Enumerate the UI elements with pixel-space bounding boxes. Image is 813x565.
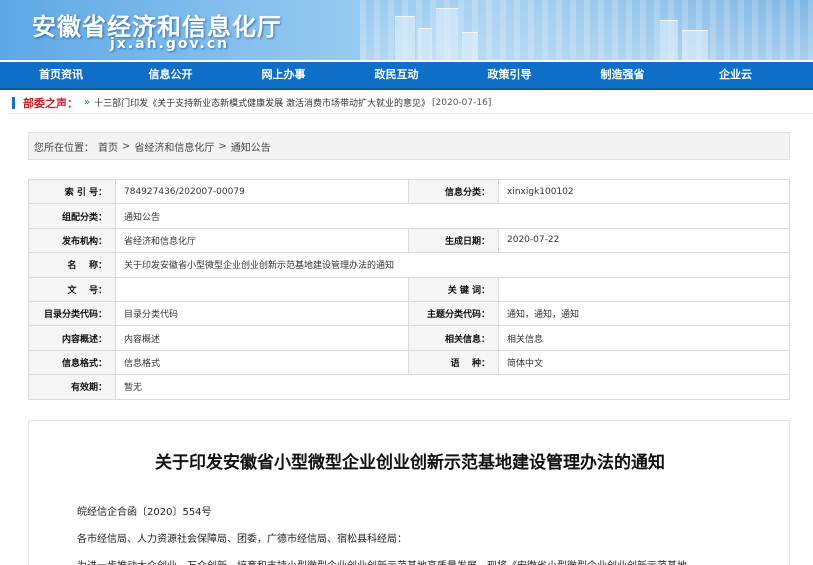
breadcrumb-separator: > <box>122 140 131 152</box>
site-domain: jx.ah.gov.cn <box>110 36 230 52</box>
breadcrumb-separator: > <box>218 140 227 152</box>
breadcrumb-home[interactable]: 首页 <box>98 139 118 154</box>
table-row: 信息格式： 信息格式 语 种： 简体中文 <box>28 349 790 376</box>
name-label: 名 称： <box>28 252 116 278</box>
keywords-value <box>498 276 790 302</box>
category-value: xinxigk100102 <box>498 178 790 205</box>
docno-label: 文 号： <box>28 276 116 302</box>
header-building <box>418 28 432 60</box>
breadcrumb: 您所在位置： 首页 > 省经济和信息化厅 > 通知公告 <box>28 132 790 160</box>
catalog-value: 目录分类代码 <box>115 300 409 327</box>
nav-item-public-interaction[interactable]: 政民互动 <box>340 62 453 88</box>
catalog-label: 目录分类代码： <box>28 300 116 327</box>
notice-date: [2020-07-16] <box>432 97 492 108</box>
header-building <box>682 30 708 60</box>
article-content: 关于印发安徽省小型微型企业创业创新示范基地建设管理办法的通知 皖经信企合函〔20… <box>28 420 790 565</box>
table-row: 目录分类代码： 目录分类代码 主题分类代码： 通知，通知，通知 <box>28 300 790 327</box>
group-label: 组配分类： <box>28 203 116 229</box>
table-row: 有效期： 暂无 <box>28 374 790 400</box>
index-value: 784927436/202007-00079 <box>115 178 409 205</box>
date-label: 生成日期： <box>408 227 499 254</box>
breadcrumb-notices[interactable]: 通知公告 <box>231 139 271 154</box>
validity-label: 有效期： <box>28 374 116 400</box>
nav-item-policy-guidance[interactable]: 政策引导 <box>453 62 566 88</box>
index-label: 索 引 号： <box>28 178 116 205</box>
nav-item-online-services[interactable]: 网上办事 <box>227 62 340 88</box>
format-value: 信息格式 <box>115 349 409 376</box>
table-row: 名 称： 关于印发安徽省小型微型企业创业创新示范基地建设管理办法的通知 <box>28 252 790 278</box>
publisher-value: 省经济和信息化厅 <box>115 227 409 254</box>
related-value: 相关信息 <box>498 325 790 351</box>
nav-item-info-disclosure[interactable]: 信息公开 <box>114 62 227 88</box>
nav-item-manufacturing[interactable]: 制造强省 <box>566 62 679 88</box>
main-nav: 首页资讯 信息公开 网上办事 政民互动 政策引导 制造强省 企业云 <box>0 62 813 90</box>
table-row: 发布机构： 省经济和信息化厅 生成日期： 2020-07-22 <box>28 227 790 254</box>
table-row: 索 引 号： 784927436/202007-00079 信息分类： xinx… <box>28 178 790 205</box>
summary-value: 内容概述 <box>115 325 409 351</box>
breadcrumb-department[interactable]: 省经济和信息化厅 <box>134 139 214 154</box>
notice-accent-bar <box>12 96 15 109</box>
validity-value: 暂无 <box>115 374 790 400</box>
category-label: 信息分类： <box>408 178 499 205</box>
chevron-right-icon: » <box>84 97 91 108</box>
table-row: 组配分类： 通知公告 <box>28 203 790 229</box>
article-recipients: 各市经信局、人力资源社会保障局、团委，广德市经信局、宿松县科经局： <box>77 534 407 545</box>
docno-value <box>115 276 409 302</box>
language-value: 简体中文 <box>498 349 790 376</box>
group-value: 通知公告 <box>115 203 790 229</box>
topic-value: 通知，通知，通知 <box>498 300 790 327</box>
related-label: 相关信息： <box>408 325 499 351</box>
table-row: 文 号： 关 键 词： <box>28 276 790 302</box>
name-value: 关于印发安徽省小型微型企业创业创新示范基地建设管理办法的通知 <box>115 252 790 278</box>
notice-label: 部委之声： <box>23 96 78 110</box>
header-building <box>436 8 458 60</box>
breadcrumb-prefix: 您所在位置： <box>34 142 94 154</box>
date-value: 2020-07-22 <box>498 227 790 254</box>
article-title: 关于印发安徽省小型微型企业创业创新示范基地建设管理办法的通知 <box>155 453 665 473</box>
publisher-label: 发布机构： <box>28 227 116 254</box>
nav-item-home-news[interactable]: 首页资讯 <box>8 62 114 88</box>
site-header: 安徽省经济和信息化厅 jx.ah.gov.cn <box>0 0 813 60</box>
article-document-number: 皖经信企合函〔2020〕554号 <box>77 507 212 518</box>
table-row: 内容概述： 内容概述 相关信息： 相关信息 <box>28 325 790 351</box>
header-building <box>395 16 415 60</box>
language-label: 语 种： <box>408 349 499 376</box>
header-building <box>660 20 678 60</box>
summary-label: 内容概述： <box>28 325 116 351</box>
document-metadata-table: 索 引 号： 784927436/202007-00079 信息分类： xinx… <box>28 178 790 400</box>
notice-link[interactable]: 十三部门印发《关于支持新业态新模式健康发展 激活消费市场带动扩大就业的意见》 <box>94 96 430 109</box>
nav-item-enterprise-cloud[interactable]: 企业云 <box>679 62 792 88</box>
ministry-notice-bar: 部委之声： » 十三部门印发《关于支持新业态新模式健康发展 激活消费市场带动扩大… <box>8 92 813 114</box>
keywords-label: 关 键 词： <box>408 276 499 302</box>
topic-label: 主题分类代码： <box>408 300 499 327</box>
format-label: 信息格式： <box>28 349 116 376</box>
article-body-paragraph: 为进一步推动大众创业、万众创新，培育和支持小型微型企业创业创新示范基地高质量发展… <box>77 557 687 565</box>
header-building <box>462 32 478 60</box>
